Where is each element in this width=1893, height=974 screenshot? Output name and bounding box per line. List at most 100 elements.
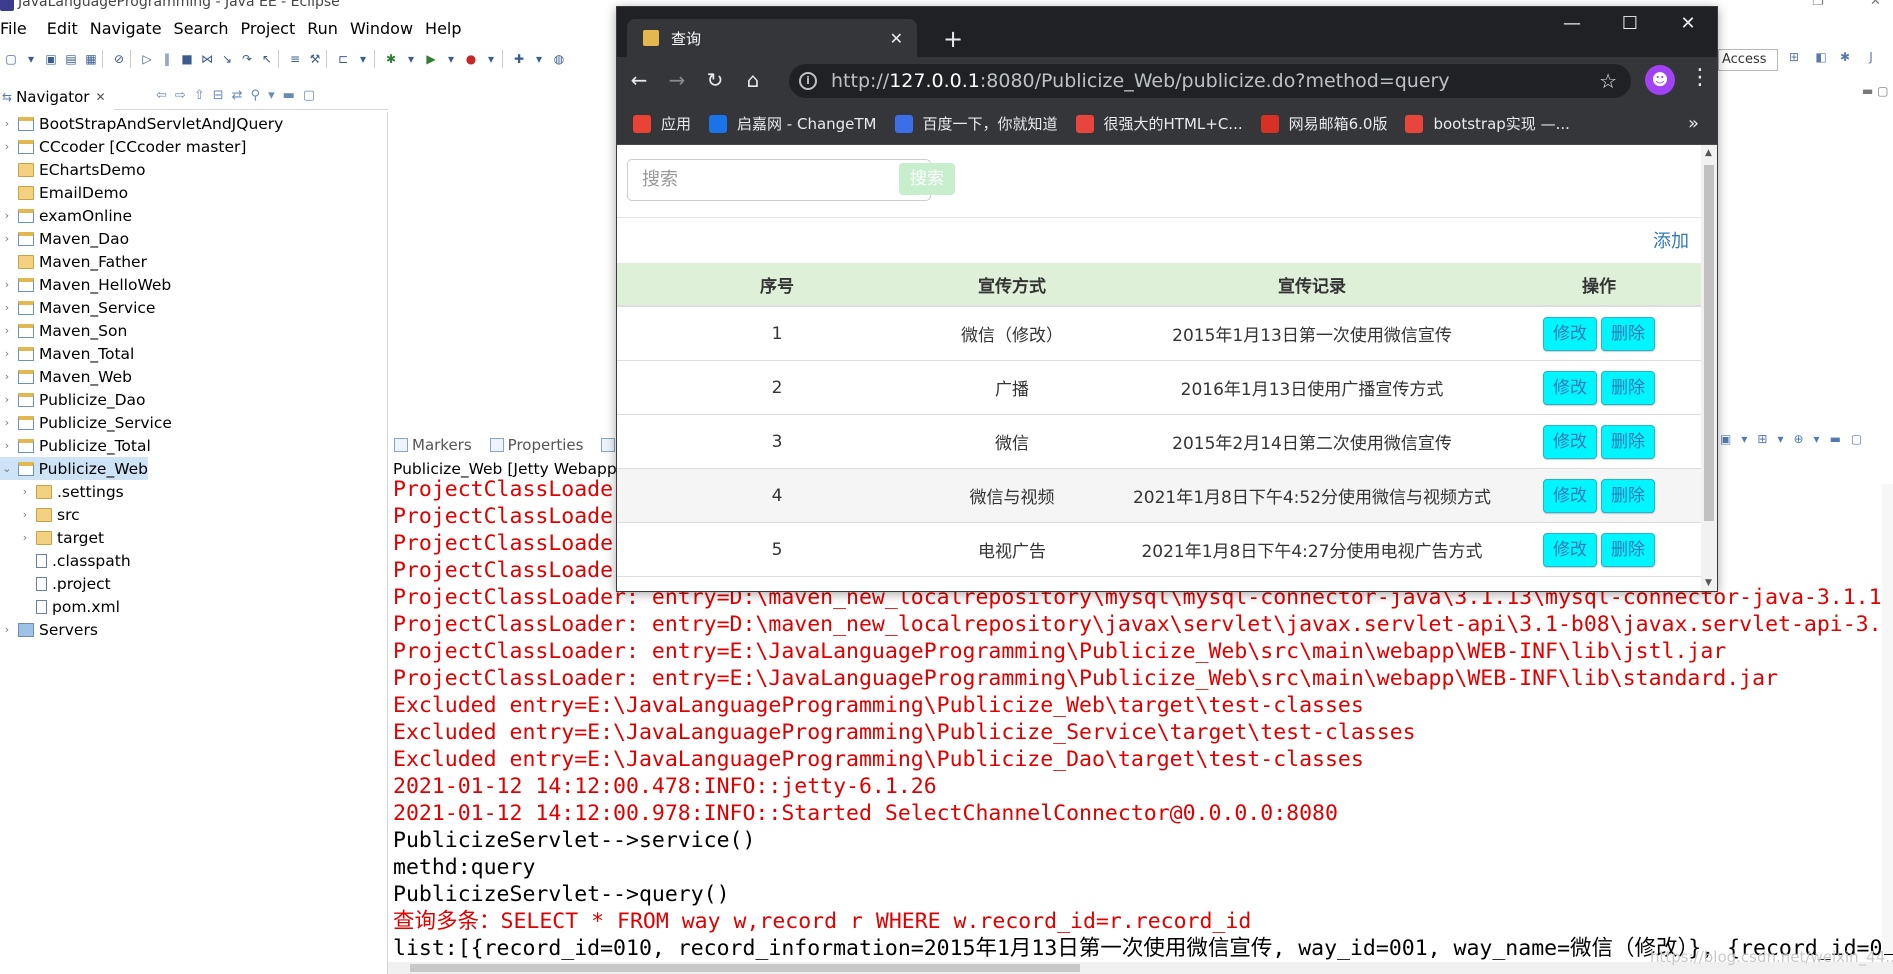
collapsed-chevron-icon[interactable]: › <box>0 324 14 337</box>
collapsed-chevron-icon[interactable]: › <box>0 623 14 636</box>
dropdown-icon[interactable]: ▾ <box>482 50 500 68</box>
server-icon[interactable]: ⊏ <box>334 50 352 68</box>
minimize-icon[interactable]: — <box>1543 13 1601 34</box>
menu-navigate[interactable]: Navigate <box>90 19 170 38</box>
scrollbar-thumb[interactable] <box>1704 165 1714 521</box>
pin-console-icon[interactable]: ▾ <box>1741 432 1747 446</box>
forward-icon[interactable]: ⇨ <box>175 88 186 103</box>
close-icon[interactable]: ✕ <box>1659 13 1717 34</box>
step-over-icon[interactable]: ↷ <box>238 50 256 68</box>
browser-tab[interactable]: 查询 ✕ <box>627 19 917 57</box>
scroll-up-icon[interactable]: ▲ <box>1705 148 1712 158</box>
dropdown-icon[interactable]: ▾ <box>1777 432 1783 446</box>
tree-item[interactable]: › CCcoder [CCcoder master] <box>0 135 388 158</box>
back-icon[interactable]: ⇦ <box>156 88 167 103</box>
tree-item[interactable]: › .settings <box>0 480 388 503</box>
use-step-filters-icon[interactable]: ≡ <box>286 50 304 68</box>
print-icon[interactable]: ▦ <box>82 50 100 68</box>
back-icon[interactable]: ← <box>623 68 655 92</box>
dropdown-icon[interactable]: ▾ <box>22 50 40 68</box>
menu-edit[interactable]: Edit <box>47 19 86 38</box>
step-return-icon[interactable]: ↖ <box>258 50 276 68</box>
console-vertical-scrollbar[interactable] <box>1882 484 1893 954</box>
dropdown-icon[interactable]: ▾ <box>402 50 420 68</box>
delete-button[interactable]: 删除 <box>1601 424 1655 459</box>
debug-config-icon[interactable]: ⚒ <box>306 50 324 68</box>
tree-item[interactable]: .project <box>0 572 388 595</box>
tree-item[interactable]: › Servers <box>0 618 388 641</box>
tab-navigator[interactable]: ⇆ Navigator ✕ <box>0 83 114 110</box>
expanded-chevron-icon[interactable]: ⌄ <box>0 462 14 475</box>
external-tools-icon[interactable]: ● <box>462 50 480 68</box>
resume-icon[interactable]: ▷ <box>138 50 156 68</box>
tree-item[interactable]: › Publicize_Dao <box>0 388 388 411</box>
dropdown-icon[interactable]: ▾ <box>530 50 548 68</box>
menu-window[interactable]: Window <box>350 19 421 38</box>
collapsed-chevron-icon[interactable]: › <box>18 485 32 498</box>
tree-item[interactable]: ⌄ Publicize_Web <box>0 457 148 480</box>
new-icon[interactable]: ▢ <box>2 50 20 68</box>
collapsed-chevron-icon[interactable]: › <box>0 439 14 452</box>
home-icon[interactable]: ⌂ <box>737 68 769 92</box>
editor-minimize-icon[interactable]: ▬ ▢ <box>1862 84 1889 98</box>
collapsed-chevron-icon[interactable]: › <box>0 232 14 245</box>
site-info-icon[interactable]: i <box>799 72 817 90</box>
tree-item[interactable]: › Maven_Total <box>0 342 388 365</box>
tree-item[interactable]: EmailDemo <box>0 181 388 204</box>
new-console-icon[interactable]: ⊕ <box>1793 432 1803 446</box>
menu-file[interactable]: File <box>0 19 35 38</box>
filter-icon[interactable]: ⚲ <box>251 88 261 103</box>
collapsed-chevron-icon[interactable]: › <box>0 140 14 153</box>
tree-item[interactable]: › Maven_Dao <box>0 227 388 250</box>
collapsed-chevron-icon[interactable]: › <box>0 278 14 291</box>
tree-item[interactable]: pom.xml <box>0 595 388 618</box>
collapsed-chevron-icon[interactable]: › <box>0 209 14 222</box>
quick-access-field[interactable]: Access <box>1718 49 1778 71</box>
tree-item[interactable]: › examOnline <box>0 204 388 227</box>
new-java-project-icon[interactable]: ✚ <box>510 50 528 68</box>
new-tab-icon[interactable]: + <box>943 25 963 53</box>
bookmark-item[interactable]: 启嘉网 - ChangeTM <box>709 113 877 134</box>
tab-markers[interactable]: Markers <box>394 436 472 454</box>
bookmark-item[interactable]: 很强大的HTML+C... <box>1075 113 1243 134</box>
dropdown-icon[interactable]: ▾ <box>1814 432 1820 446</box>
dropdown-icon[interactable]: ▾ <box>442 50 460 68</box>
scroll-down-icon[interactable]: ▼ <box>1705 578 1712 588</box>
disconnect-icon[interactable]: ⋈ <box>198 50 216 68</box>
suspend-icon[interactable]: ‖ <box>158 50 176 68</box>
menu-help[interactable]: Help <box>425 19 469 38</box>
more-bookmarks-icon[interactable]: » <box>1688 113 1699 134</box>
save-all-icon[interactable]: ▤ <box>62 50 80 68</box>
delete-button[interactable]: 删除 <box>1601 316 1655 351</box>
collapsed-chevron-icon[interactable]: › <box>0 347 14 360</box>
tree-item[interactable]: › Maven_Web <box>0 365 388 388</box>
up-icon[interactable]: ⇧ <box>194 88 205 103</box>
tab-close-icon[interactable]: ✕ <box>890 29 903 48</box>
menu-kebab-icon[interactable]: ⋮ <box>1689 65 1711 90</box>
edit-button[interactable]: 修改 <box>1543 424 1597 459</box>
bookmark-item[interactable]: 网易邮箱6.0版 <box>1260 113 1387 134</box>
run-icon[interactable]: ▶ <box>422 50 440 68</box>
collapsed-chevron-icon[interactable]: › <box>18 531 32 544</box>
reload-icon[interactable]: ↻ <box>699 68 731 92</box>
collapsed-chevron-icon[interactable]: › <box>0 117 14 130</box>
tree-item[interactable]: › src <box>0 503 388 526</box>
close-icon[interactable]: ✕ <box>1870 0 1881 9</box>
delete-button[interactable]: 删除 <box>1601 532 1655 567</box>
delete-button[interactable]: 删除 <box>1601 478 1655 513</box>
terminate-icon[interactable]: ■ <box>178 50 196 68</box>
maximize-icon[interactable]: ▢ <box>303 88 315 103</box>
bookmark-item[interactable]: 百度一下，你就知道 <box>894 113 1058 134</box>
skip-breakpoints-icon[interactable]: ⊘ <box>110 50 128 68</box>
search-input[interactable]: 搜索 <box>627 159 931 201</box>
java-ee-perspective-icon[interactable]: ◧ <box>1812 50 1830 68</box>
maximize-icon[interactable]: ☐ <box>1601 13 1659 34</box>
web-browser-icon[interactable]: ◍ <box>550 50 568 68</box>
bookmark-item[interactable]: 应用 <box>633 113 691 134</box>
java-perspective-icon[interactable]: J <box>1862 50 1880 68</box>
minimize-icon[interactable]: ▬ <box>283 88 295 103</box>
add-link[interactable]: 添加 <box>1653 227 1689 253</box>
open-console-icon[interactable]: ⊞ <box>1757 432 1767 446</box>
edit-button[interactable]: 修改 <box>1543 316 1597 351</box>
tree-item[interactable]: › Maven_HelloWeb <box>0 273 388 296</box>
